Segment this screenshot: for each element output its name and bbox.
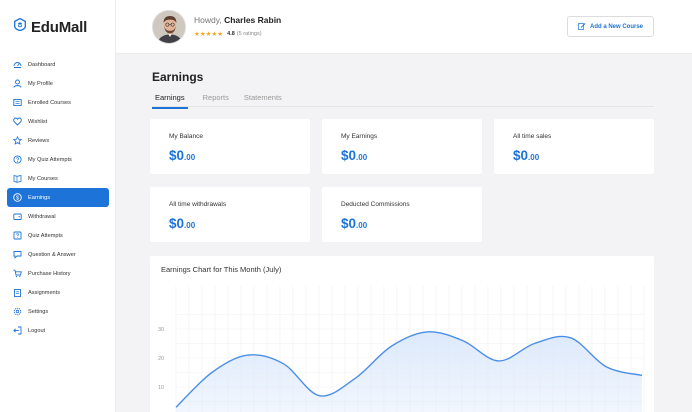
card-value: $0.00 bbox=[341, 216, 368, 231]
user-name: Charles Rabin bbox=[224, 15, 282, 25]
chat-icon bbox=[13, 250, 22, 259]
sidebar-item-purchase-history[interactable]: Purchase History bbox=[7, 264, 109, 283]
sidebar-item-label: My Courses bbox=[28, 175, 58, 182]
cart-icon bbox=[13, 269, 22, 278]
sidebar-item-wishlist[interactable]: Wishlist bbox=[7, 112, 109, 131]
sidebar: EduMall Dashboard My Profile Enrolled Cour… bbox=[0, 0, 116, 412]
sidebar-item-label: Assignments bbox=[28, 289, 61, 296]
sidebar-item-label: Purchase History bbox=[28, 270, 71, 277]
card-all-time-sales: All time sales $0.00 bbox=[494, 119, 654, 174]
dollar-icon: $ bbox=[13, 193, 22, 202]
clipboard-icon bbox=[13, 288, 22, 297]
sidebar-item-label: Reviews bbox=[28, 137, 50, 144]
sidebar-item-logout[interactable]: Logout bbox=[7, 321, 109, 340]
sidebar-item-earnings[interactable]: $ Earnings bbox=[7, 188, 109, 207]
card-all-time-withdrawals: All time withdrawals $0.00 bbox=[150, 187, 310, 242]
greeting-prefix: Howdy, bbox=[194, 15, 222, 25]
card-label: All time sales bbox=[513, 133, 552, 140]
edit-course-icon bbox=[578, 22, 586, 32]
avatar[interactable] bbox=[152, 10, 186, 44]
card-value: $0.00 bbox=[169, 148, 196, 163]
card-deducted-commissions: Deducted Commissions $0.00 bbox=[322, 187, 482, 242]
earnings-chart-plot: 30 20 10 bbox=[158, 286, 645, 412]
sidebar-item-my-quiz-attempts[interactable]: My Quiz Attempts bbox=[7, 150, 109, 169]
logout-icon bbox=[13, 326, 22, 335]
card-value: $0.00 bbox=[169, 216, 196, 231]
quiz-icon bbox=[13, 155, 22, 164]
card-label: Deducted Commissions bbox=[341, 201, 410, 208]
greeting: Howdy, Charles Rabin bbox=[194, 15, 281, 25]
sidebar-item-my-courses[interactable]: My Courses bbox=[7, 169, 109, 188]
tabs-divider bbox=[152, 106, 654, 107]
y-tick-label: 30 bbox=[158, 327, 164, 333]
page-title: Earnings bbox=[152, 70, 204, 84]
sidebar-item-my-profile[interactable]: My Profile bbox=[7, 74, 109, 93]
sidebar-item-label: Enrolled Courses bbox=[28, 99, 71, 106]
y-tick-label: 10 bbox=[158, 385, 164, 391]
wallet-icon bbox=[13, 212, 22, 221]
rating-stars-icon: ★★★★★ bbox=[194, 31, 224, 38]
rating-value: 4.8 bbox=[227, 31, 235, 37]
card-my-balance: My Balance $0.00 bbox=[150, 119, 310, 174]
dashboard-icon bbox=[13, 60, 22, 69]
sidebar-item-reviews[interactable]: Reviews bbox=[7, 131, 109, 150]
add-new-course-button[interactable]: Add a New Course bbox=[567, 16, 654, 37]
card-label: My Earnings bbox=[341, 133, 378, 140]
question-icon bbox=[13, 231, 22, 240]
sidebar-item-label: My Quiz Attempts bbox=[28, 156, 72, 163]
sidebar-item-label: Withdrawal bbox=[28, 213, 56, 220]
svg-text:$: $ bbox=[16, 195, 19, 201]
sidebar-item-dashboard[interactable]: Dashboard bbox=[7, 55, 109, 74]
sidebar-item-label: Question & Answer bbox=[28, 251, 76, 258]
card-value: $0.00 bbox=[341, 148, 368, 163]
sidebar-item-assignments[interactable]: Assignments bbox=[7, 283, 109, 302]
sidebar-item-label: Logout bbox=[28, 327, 46, 334]
card-value: $0.00 bbox=[513, 148, 540, 163]
y-tick-label: 20 bbox=[158, 356, 164, 362]
card-label: All time withdrawals bbox=[169, 201, 227, 208]
book-icon bbox=[13, 174, 22, 183]
instructor-rating: ★★★★★ 4.8 (5 ratings) bbox=[194, 30, 262, 38]
earnings-area bbox=[176, 331, 642, 412]
sidebar-item-label: My Profile bbox=[28, 80, 53, 87]
brand-name: EduMall bbox=[31, 18, 88, 36]
courses-icon bbox=[13, 98, 22, 107]
sidebar-item-label: Earnings bbox=[28, 194, 51, 201]
sidebar-item-label: Dashboard bbox=[28, 61, 56, 68]
card-my-earnings: My Earnings $0.00 bbox=[322, 119, 482, 174]
sidebar-item-question-answer[interactable]: Question & Answer bbox=[7, 245, 109, 264]
sidebar-item-label: Settings bbox=[28, 308, 49, 315]
sidebar-nav: Dashboard My Profile Enrolled Courses Wishl… bbox=[7, 55, 109, 340]
earnings-chart: Earnings Chart for This Month (July) 30 2… bbox=[150, 256, 654, 412]
sidebar-item-label: Quiz Attempts bbox=[28, 232, 63, 239]
heart-icon bbox=[13, 117, 22, 126]
sidebar-item-withdrawal[interactable]: Withdrawal bbox=[7, 207, 109, 226]
rating-count: (5 ratings) bbox=[236, 31, 262, 37]
add-new-course-label: Add a New Course bbox=[589, 23, 643, 30]
sidebar-item-enrolled-courses[interactable]: Enrolled Courses bbox=[7, 93, 109, 112]
logo-icon bbox=[14, 17, 26, 36]
sidebar-item-quiz-attempts[interactable]: Quiz Attempts bbox=[7, 226, 109, 245]
user-icon bbox=[13, 79, 22, 88]
star-icon bbox=[13, 136, 22, 145]
card-label: My Balance bbox=[169, 133, 203, 140]
sidebar-item-settings[interactable]: Settings bbox=[7, 302, 109, 321]
top-header: Howdy, Charles Rabin ★★★★★ 4.8 (5 rating… bbox=[116, 0, 692, 54]
brand-logo[interactable]: EduMall bbox=[14, 17, 88, 36]
sidebar-item-label: Wishlist bbox=[28, 118, 48, 125]
gear-icon bbox=[13, 307, 22, 316]
